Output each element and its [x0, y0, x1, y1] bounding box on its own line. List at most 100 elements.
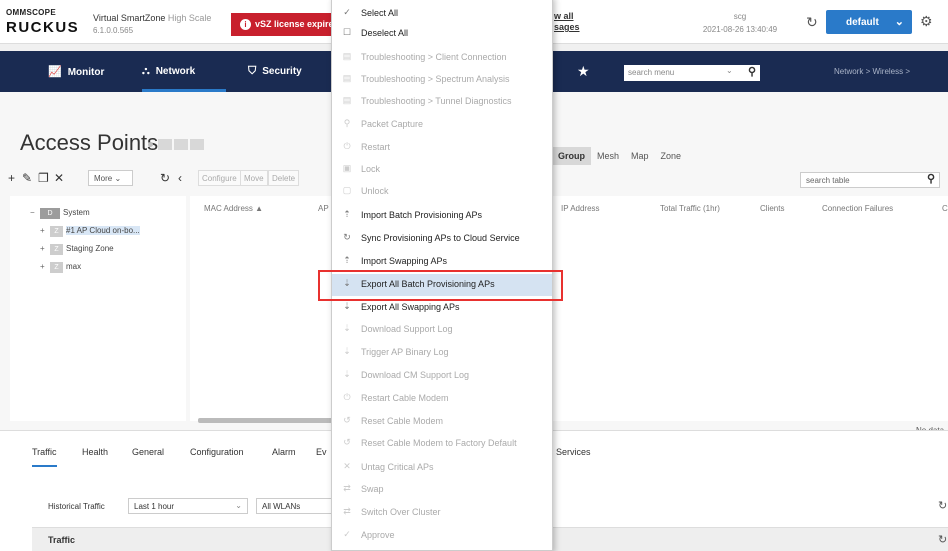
- copy-icon[interactable]: ❐: [38, 172, 49, 184]
- menu-item-unlock[interactable]: ▢ Unlock: [332, 181, 552, 203]
- gear-icon[interactable]: ⚙: [920, 13, 933, 30]
- menu-item-select-all[interactable]: ✓ Select All: [332, 3, 552, 25]
- menu-item-restart[interactable]: ⏻ Restart: [332, 137, 552, 159]
- delete-button[interactable]: Delete: [268, 170, 300, 186]
- column-header-ip[interactable]: IP Address: [561, 204, 600, 213]
- nav-monitor[interactable]: 📈 Monitor: [48, 51, 104, 92]
- refresh-icon[interactable]: ↻: [938, 533, 947, 546]
- menu-item-packet-capture[interactable]: ⚲ Packet Capture: [332, 114, 552, 136]
- tab-map[interactable]: Map: [625, 147, 655, 165]
- tab-configuration[interactable]: Configuration: [190, 447, 244, 457]
- tree-item-zone[interactable]: + Z #1 AP Cloud on-bo...: [40, 226, 140, 237]
- menu-item-swap[interactable]: ⇄ Swap: [332, 479, 552, 501]
- move-button[interactable]: Move: [240, 170, 268, 186]
- view-all-messages-link[interactable]: w all sages: [554, 11, 580, 33]
- tab-mesh[interactable]: Mesh: [591, 147, 625, 165]
- product-name-text: Virtual SmartZone: [93, 13, 166, 23]
- view-all-line1: w all: [554, 11, 574, 21]
- menu-search-input[interactable]: search menu ⌄ ⚲: [624, 65, 760, 81]
- tab-traffic[interactable]: Traffic: [32, 447, 57, 467]
- column-header-failures[interactable]: Connection Failures: [822, 204, 893, 213]
- column-header-traffic[interactable]: Total Traffic (1hr): [660, 204, 720, 213]
- menu-item-download-support-log[interactable]: ⇣ Download Support Log: [332, 319, 552, 341]
- product-name: Virtual SmartZone High Scale: [93, 13, 211, 23]
- tab-general[interactable]: General: [132, 447, 164, 457]
- tree-item-zone[interactable]: + Zmax: [40, 262, 81, 273]
- table-search-input[interactable]: search table ⚲: [800, 172, 940, 188]
- star-icon[interactable]: ★: [577, 63, 590, 80]
- refresh-icon[interactable]: ↻: [938, 499, 947, 512]
- menu-item-import-batch[interactable]: ⇡ Import Batch Provisioning APs: [332, 205, 552, 227]
- view-tabs: Group Mesh Map Zone: [552, 147, 687, 165]
- menu-item-reset-cable-modem[interactable]: ↺ Reset Cable Modem: [332, 411, 552, 433]
- menu-item-reset-cable-modem-factory[interactable]: ↺ Reset Cable Modem to Factory Default: [332, 433, 552, 455]
- menu-item-label: Reset Cable Modem: [361, 416, 444, 426]
- menu-item-troubleshoot-client[interactable]: ▤ Troubleshooting > Client Connection: [332, 47, 552, 69]
- tab-events[interactable]: Ev: [316, 447, 327, 457]
- expand-icon[interactable]: +: [40, 262, 50, 271]
- nav-security[interactable]: ⛉ Security: [248, 51, 302, 92]
- highlight-annotation-box: [318, 270, 563, 301]
- network-icon: ⛬: [142, 65, 150, 77]
- expand-icon[interactable]: +: [40, 244, 50, 253]
- status-badges: [148, 136, 206, 154]
- tab-group[interactable]: Group: [552, 147, 591, 165]
- more-button[interactable]: More ⌄: [88, 170, 133, 186]
- domain-selector-button[interactable]: default ⌄: [826, 10, 912, 34]
- tree-item-system[interactable]: − D System: [30, 208, 90, 219]
- collapse-icon[interactable]: −: [30, 208, 40, 217]
- configure-button[interactable]: Configure: [198, 170, 241, 186]
- menu-item-deselect-all[interactable]: ☐ Deselect All: [332, 23, 552, 45]
- status-badge: [174, 139, 188, 151]
- plus-icon[interactable]: +: [8, 172, 15, 184]
- domain-label: default: [846, 17, 879, 28]
- time-range-select[interactable]: Last 1 hour ⌄: [128, 498, 248, 514]
- menu-item-label: Unlock: [361, 186, 389, 196]
- horizontal-scrollbar[interactable]: [198, 418, 338, 423]
- menu-item-trigger-binary-log[interactable]: ⇣ Trigger AP Binary Log: [332, 342, 552, 364]
- menu-item-troubleshoot-spectrum[interactable]: ▤ Troubleshooting > Spectrum Analysis: [332, 69, 552, 91]
- refresh-icon[interactable]: ↻: [806, 14, 818, 31]
- tree-item-label: max: [66, 262, 82, 271]
- column-header-mac[interactable]: MAC Address ▲: [204, 204, 263, 213]
- nav-network[interactable]: ⛬ Network: [142, 51, 226, 92]
- tree-item-zone[interactable]: + Z Staging Zone: [40, 244, 114, 255]
- menu-item-untag-critical[interactable]: ✕ Untag Critical APs: [332, 457, 552, 479]
- tab-services[interactable]: Services: [556, 447, 591, 457]
- download-icon: ⇣: [343, 301, 351, 311]
- expand-icon[interactable]: +: [40, 226, 50, 235]
- search-icon[interactable]: ⚲: [927, 172, 935, 185]
- tab-alarm[interactable]: Alarm: [272, 447, 296, 457]
- menu-item-approve[interactable]: ✓ Approve: [332, 525, 552, 547]
- license-alert-button[interactable]: i vSZ license expired: [231, 13, 334, 36]
- time-range-value: Last 1 hour: [134, 502, 175, 511]
- product-edition: High Scale: [167, 13, 212, 23]
- zone-tree: − D System + Z #1 AP Cloud on-bo... + Z Stagin…: [10, 196, 186, 421]
- menu-item-label: Deselect All: [361, 28, 409, 38]
- column-header-more[interactable]: C: [942, 204, 948, 213]
- chevron-left-icon[interactable]: ‹: [178, 172, 182, 184]
- menu-item-sync-cloud[interactable]: ↻ Sync Provisioning APs to Cloud Service: [332, 228, 552, 250]
- menu-item-label: Packet Capture: [361, 119, 424, 129]
- menu-item-download-cm-log[interactable]: ⇣ Download CM Support Log: [332, 365, 552, 387]
- column-header-clients[interactable]: Clients: [760, 204, 784, 213]
- close-icon[interactable]: ✕: [54, 172, 64, 184]
- menu-item-label: Sync Provisioning APs to Cloud Service: [361, 233, 520, 243]
- refresh-icon[interactable]: ↻: [160, 172, 170, 184]
- menu-item-troubleshoot-tunnel[interactable]: ▤ Troubleshooting > Tunnel Diagnostics: [332, 91, 552, 113]
- search-icon[interactable]: ⚲: [748, 65, 756, 78]
- menu-item-label: Export All Swapping APs: [361, 302, 460, 312]
- tab-health[interactable]: Health: [82, 447, 108, 457]
- tree-item-label: Staging Zone: [66, 244, 114, 253]
- wlan-filter-select[interactable]: All WLANs: [256, 498, 336, 514]
- menu-item-restart-cable-modem[interactable]: ⏻ Restart Cable Modem: [332, 388, 552, 410]
- edit-icon[interactable]: ✎: [22, 172, 32, 184]
- table-search-placeholder: search table: [806, 176, 850, 185]
- menu-item-lock[interactable]: ▣ Lock: [332, 159, 552, 181]
- tab-zone[interactable]: Zone: [655, 147, 688, 165]
- column-header-ap[interactable]: AP: [318, 204, 329, 213]
- wlan-filter-value: All WLANs: [262, 502, 301, 511]
- menu-item-switch-over-cluster[interactable]: ⇄ Switch Over Cluster: [332, 502, 552, 524]
- license-alert-text: vSZ license expired: [255, 19, 334, 29]
- status-badge: [158, 139, 172, 151]
